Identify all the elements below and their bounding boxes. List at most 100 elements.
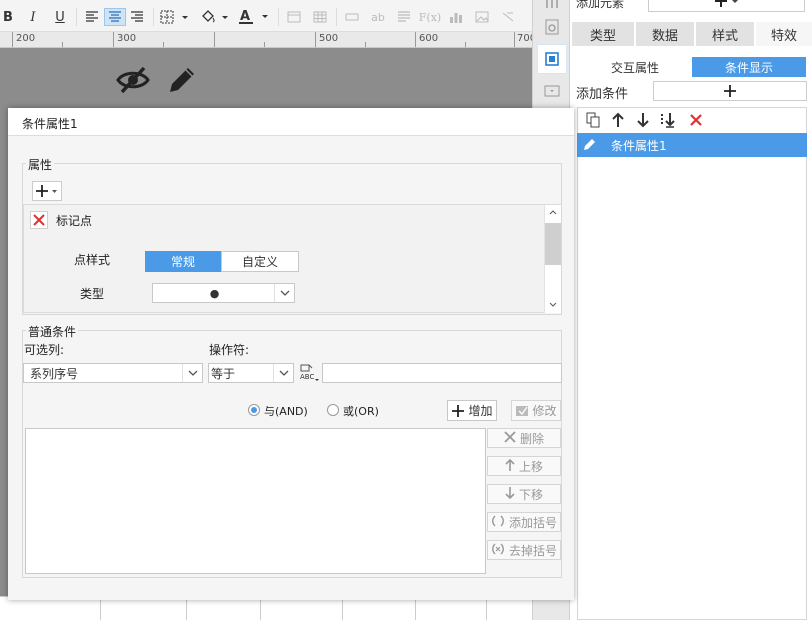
arrow-up-icon <box>505 458 515 474</box>
plus-icon <box>452 404 465 417</box>
subtab-interaction[interactable]: 交互属性 <box>578 57 692 77</box>
add-condition-button[interactable] <box>653 81 807 101</box>
condition-list-item[interactable]: 条件属性1 <box>577 133 807 157</box>
add-property-button[interactable] <box>32 181 62 201</box>
property-editor: 标记点 点样式 常规 自定义 类型 ● <box>23 204 561 313</box>
move-bottom-icon[interactable] <box>659 111 677 129</box>
bracket-icon <box>491 515 505 530</box>
ruler-label: 600 <box>419 33 439 44</box>
modify-button[interactable]: 修改 <box>511 400 561 421</box>
align-center-icon[interactable] <box>104 8 126 26</box>
and-radio[interactable] <box>248 404 260 416</box>
add-element-label: 添加元素 <box>576 0 625 10</box>
formula-icon[interactable]: F(x) <box>419 8 441 26</box>
design-canvas <box>0 48 532 112</box>
svg-text:ABC: ABC <box>300 373 314 381</box>
remove-bracket-icon <box>491 543 505 558</box>
radio-dot <box>251 407 257 413</box>
move-down-icon[interactable] <box>634 111 652 129</box>
font-color-icon[interactable]: A <box>238 8 270 26</box>
image-icon[interactable] <box>474 8 490 26</box>
component-icon[interactable] <box>543 0 561 12</box>
scroll-down-icon[interactable] <box>545 299 561 309</box>
textbox-icon[interactable] <box>344 8 360 26</box>
condition-list-box[interactable] <box>25 428 486 574</box>
svg-text:A: A <box>240 9 250 24</box>
or-label: 或(OR) <box>343 405 379 418</box>
dialog-header: 条件属性1 <box>8 108 574 136</box>
move-up-button[interactable]: 上移 <box>487 456 561 476</box>
chart-icon[interactable] <box>448 8 464 26</box>
property-scrollbar[interactable] <box>544 205 561 313</box>
format-toolbar: B I U A ab F(x) <box>0 0 532 32</box>
ruler-label: 300 <box>117 33 137 44</box>
marker-type-value: ● <box>209 286 220 300</box>
close-icon <box>504 430 516 446</box>
align-right-icon[interactable] <box>129 8 145 26</box>
operator-select[interactable]: 等于 <box>208 363 294 383</box>
border-icon[interactable] <box>160 8 190 26</box>
condition-attribute-dialog: 条件属性1 属性 标记点 点样式 常规 自定义 类型 ● 普通条件 可选列: 操… <box>8 108 574 600</box>
add-element-button[interactable] <box>648 0 805 12</box>
column-select-value: 系列序号 <box>30 366 79 381</box>
edit-pencil-icon[interactable] <box>166 64 198 96</box>
tab-effects[interactable]: 特效 <box>756 22 812 46</box>
condition-value-input[interactable] <box>322 363 562 383</box>
operator-select-value: 等于 <box>211 366 236 381</box>
fill-color-icon[interactable] <box>200 8 230 26</box>
cell-icon[interactable] <box>286 8 302 26</box>
condition-item-label: 条件属性1 <box>611 138 667 153</box>
settings-doc-icon[interactable] <box>543 18 561 36</box>
tab-type[interactable]: 类型 <box>572 22 634 46</box>
add-condition-label: 添加条件 <box>576 87 629 102</box>
edit-icon[interactable] <box>577 133 601 157</box>
remove-property-icon[interactable] <box>30 211 48 229</box>
condition-list <box>577 107 807 620</box>
or-radio[interactable] <box>327 404 339 416</box>
normal-condition-label: 普通条件 <box>26 323 79 340</box>
hide-eye-icon[interactable] <box>116 64 150 96</box>
properties-panel: 添加元素 类型 数据 样式 特效 交互属性 条件显示 添加条件 条件属性1 <box>570 0 812 620</box>
italic-button[interactable]: I <box>27 8 39 26</box>
move-down-button[interactable]: 下移 <box>487 484 561 504</box>
align-left-icon[interactable] <box>84 8 100 26</box>
add-condition-row-button[interactable]: 增加 <box>447 400 497 421</box>
ruler-label: 200 <box>16 33 36 44</box>
remove-bracket-button[interactable]: 去掉括号 <box>487 540 561 560</box>
marker-label: 标记点 <box>56 214 93 228</box>
slash-icon[interactable] <box>500 8 516 26</box>
chevron-down-icon <box>274 284 294 302</box>
chevron-down-icon <box>273 364 293 382</box>
operator-label: 操作符: <box>209 343 250 357</box>
style-custom-button[interactable]: 自定义 <box>221 251 299 272</box>
attributes-icon[interactable] <box>537 44 567 74</box>
delete-condition-icon[interactable] <box>687 111 705 129</box>
text-widget-icon[interactable]: ab <box>370 8 386 26</box>
subtab-conditional-display[interactable]: 条件显示 <box>692 57 806 77</box>
tab-style[interactable]: 样式 <box>696 22 754 46</box>
bold-button[interactable]: B <box>2 8 14 26</box>
scroll-up-icon[interactable] <box>545 207 561 217</box>
tab-data[interactable]: 数据 <box>636 22 694 46</box>
column-select[interactable]: 系列序号 <box>23 363 203 383</box>
dropdown-panel-icon[interactable] <box>543 82 561 100</box>
horizontal-ruler: 200 300 500 600 700 <box>0 32 536 48</box>
value-type-icon[interactable]: ABC <box>298 362 320 384</box>
scroll-thumb[interactable] <box>545 223 561 265</box>
chevron-down-icon <box>182 364 202 382</box>
style-regular-button[interactable]: 常规 <box>145 251 221 272</box>
dialog-title: 条件属性1 <box>22 117 78 131</box>
ruler-label: 500 <box>319 33 339 44</box>
paragraph-icon[interactable] <box>396 8 412 26</box>
marker-type-select[interactable]: ● <box>152 283 295 303</box>
properties-group-label: 属性 <box>26 156 55 173</box>
underline-button[interactable]: U <box>53 8 67 26</box>
add-bracket-button[interactable]: 添加括号 <box>487 512 561 532</box>
delete-button[interactable]: 删除 <box>487 428 561 448</box>
modify-button-label: 修改 <box>532 404 557 418</box>
type-label: 类型 <box>80 287 105 301</box>
move-up-icon[interactable] <box>609 111 627 129</box>
modify-icon <box>516 405 529 416</box>
table-icon[interactable] <box>312 8 328 26</box>
copy-icon[interactable] <box>584 111 602 129</box>
